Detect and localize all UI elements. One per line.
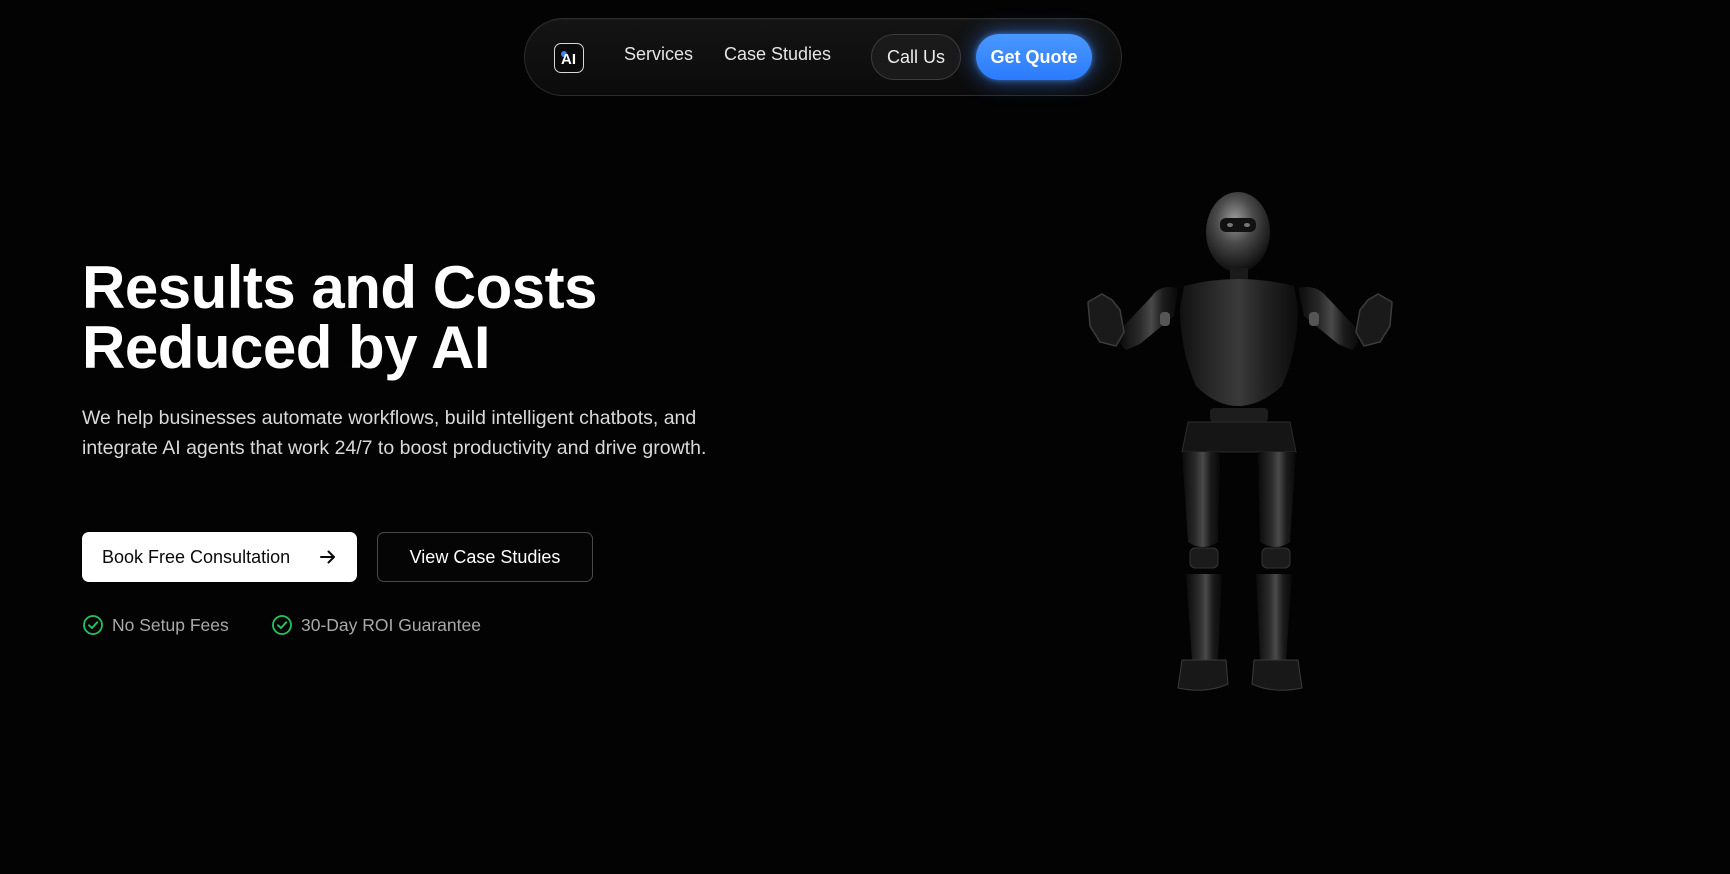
nav-link-services[interactable]: Services <box>624 44 693 65</box>
hero-description: We help businesses automate workflows, b… <box>82 407 707 459</box>
feature-no-setup-fees: No Setup Fees <box>82 613 229 637</box>
check-circle-icon <box>83 615 103 635</box>
robot-illustration <box>1087 192 1393 691</box>
top-navigation: AI Services Case Studies Call Us Get Quo… <box>524 18 1122 96</box>
hero-title-line-2: Reduced by AI <box>82 314 491 381</box>
nav-link-case-studies[interactable]: Case Studies <box>724 44 831 65</box>
view-case-studies-button[interactable]: View Case Studies <box>377 532 593 582</box>
check-circle-icon <box>272 615 292 635</box>
feature-label: 30-Day ROI Guarantee <box>301 614 481 635</box>
book-consultation-button[interactable]: Book Free Consultation <box>82 532 357 582</box>
ai-logo-icon[interactable]: AI <box>554 43 584 73</box>
call-us-button[interactable]: Call Us <box>871 34 961 80</box>
logo-text: AI <box>561 51 576 68</box>
get-quote-button[interactable]: Get Quote <box>976 34 1092 80</box>
book-consultation-label: Book Free Consultation <box>102 546 291 567</box>
hero-title-line-1: Results and Costs <box>82 254 597 321</box>
hero-title: Results and Costs Reduced by AI <box>82 258 597 378</box>
feature-roi-guarantee: 30-Day ROI Guarantee <box>271 613 481 637</box>
feature-label: No Setup Fees <box>112 614 229 635</box>
arrow-right-icon <box>320 550 335 564</box>
